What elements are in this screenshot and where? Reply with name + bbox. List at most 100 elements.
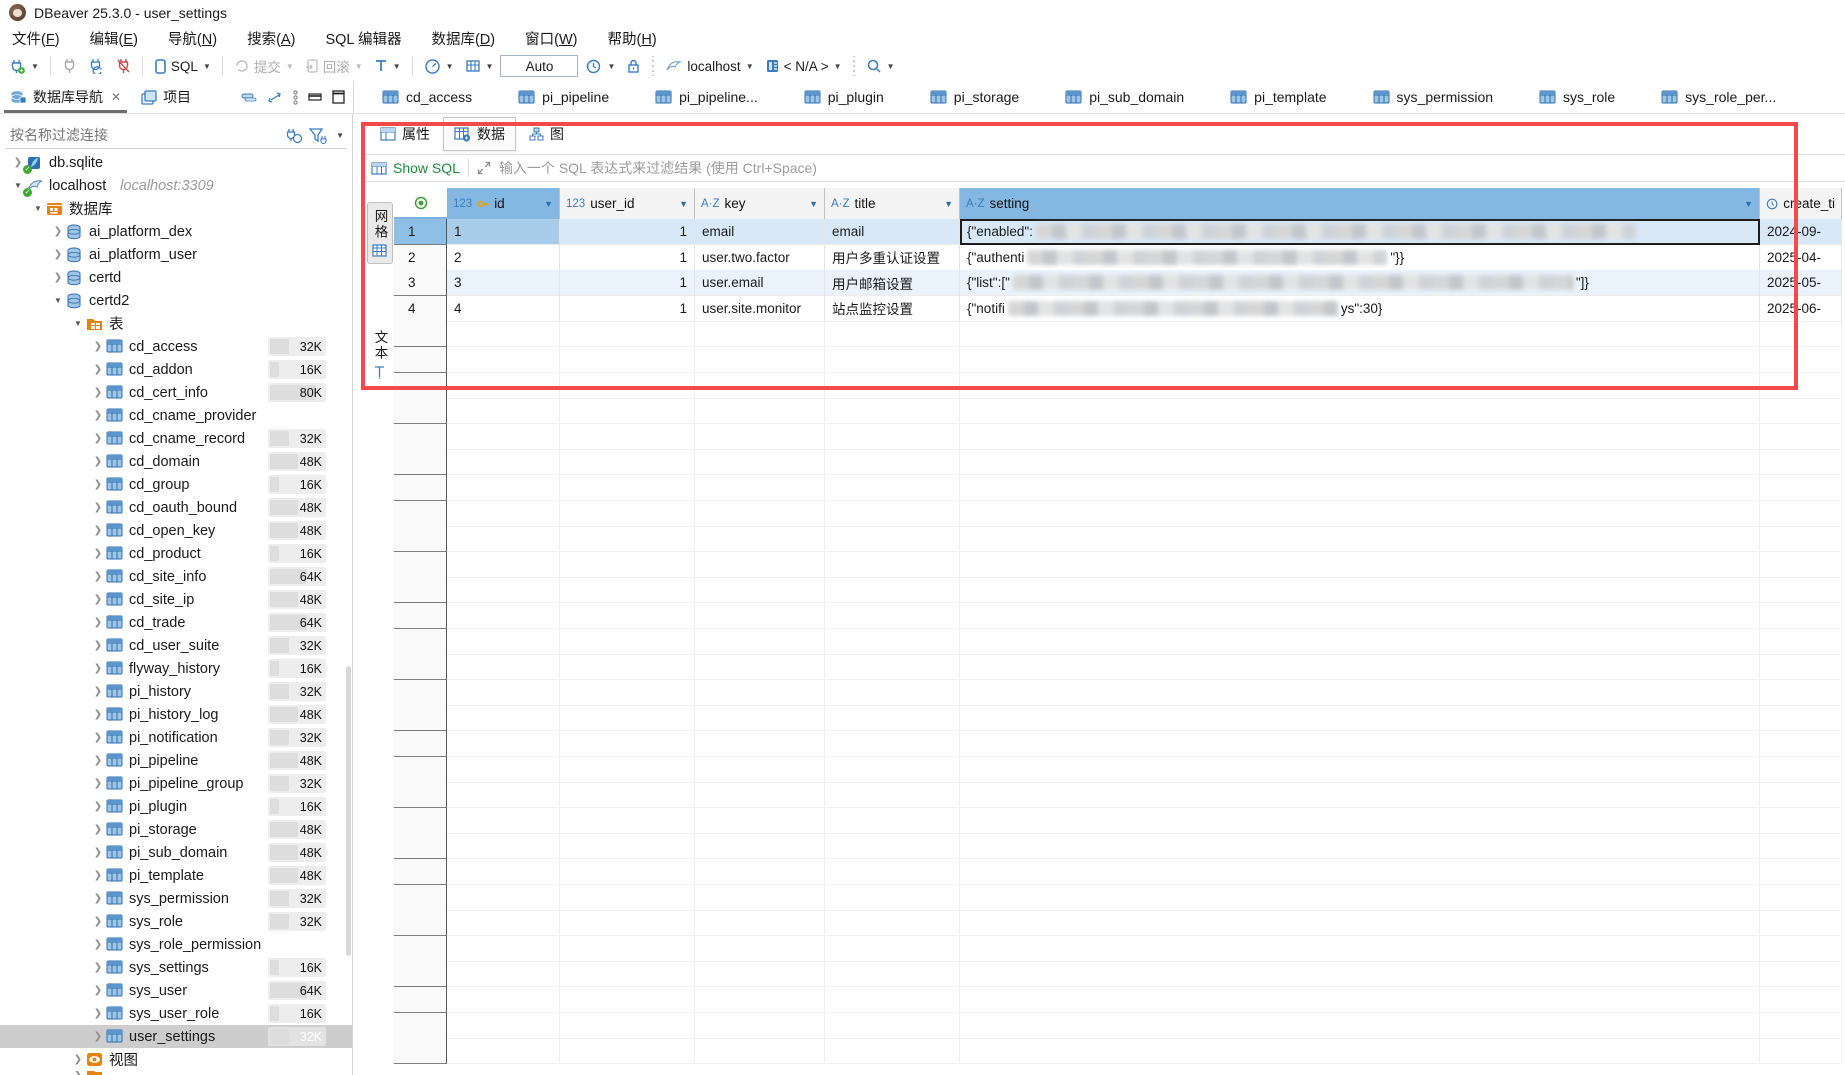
empty-cell[interactable] xyxy=(447,885,560,911)
chevron-down-icon[interactable]: ▼ xyxy=(12,181,24,190)
chevron-right-icon[interactable]: ❯ xyxy=(52,272,64,283)
tab-diagram[interactable]: 图 xyxy=(518,117,575,151)
empty-cell[interactable] xyxy=(560,424,695,450)
column-dropdown-icon[interactable]: ▼ xyxy=(809,199,818,209)
minimize-icon[interactable] xyxy=(308,93,322,102)
empty-cell[interactable] xyxy=(960,859,1760,885)
empty-cell[interactable] xyxy=(960,373,1760,399)
tree-item-pi_pipeline_group[interactable]: ❯pi_pipeline_group32K xyxy=(0,772,352,795)
empty-cell[interactable] xyxy=(960,603,1760,629)
empty-cell[interactable] xyxy=(1760,552,1842,578)
empty-cell[interactable] xyxy=(560,705,695,731)
empty-cell[interactable] xyxy=(825,629,960,655)
empty-cell[interactable] xyxy=(447,577,560,603)
cell-title[interactable]: 站点监控设置 xyxy=(825,296,960,322)
chevron-right-icon[interactable]: ❯ xyxy=(92,985,104,996)
column-header-create_ti[interactable]: create_ti xyxy=(1760,188,1842,219)
empty-cell[interactable] xyxy=(1760,885,1842,911)
transaction-mode-button[interactable]: ▼ xyxy=(370,56,405,76)
row-number[interactable]: 1 xyxy=(394,219,447,245)
tree-item-pi_pipeline[interactable]: ❯pi_pipeline48K xyxy=(0,749,352,772)
tree-item-cd_product[interactable]: ❯cd_product16K xyxy=(0,542,352,565)
menu-item[interactable]: 窗口(W) xyxy=(525,28,577,49)
empty-cell[interactable] xyxy=(560,321,695,347)
empty-cell[interactable] xyxy=(447,347,560,373)
empty-cell[interactable] xyxy=(1760,449,1842,475)
empty-cell[interactable] xyxy=(1760,321,1842,347)
empty-cell[interactable] xyxy=(960,654,1760,680)
empty-cell[interactable] xyxy=(560,680,695,706)
editor-tab-sys_permission[interactable]: sys_permission xyxy=(1373,89,1493,105)
cell-user_id[interactable]: 1 xyxy=(560,245,695,271)
menu-item[interactable]: 帮助(H) xyxy=(608,28,657,49)
grid-corner-cell[interactable] xyxy=(394,188,447,219)
chevron-right-icon[interactable]: ❯ xyxy=(92,962,104,973)
cell-user_id[interactable]: 1 xyxy=(560,270,695,296)
tree-item-cd_addon[interactable]: ❯cd_addon16K xyxy=(0,358,352,381)
tree-item-cd_site_ip[interactable]: ❯cd_site_ip48K xyxy=(0,588,352,611)
menu-item[interactable]: 文件(F) xyxy=(12,28,60,49)
empty-cell[interactable] xyxy=(825,526,960,552)
tab-project[interactable]: 项目 xyxy=(131,81,201,113)
empty-cell[interactable] xyxy=(960,475,1760,501)
empty-cell[interactable] xyxy=(447,475,560,501)
empty-cell[interactable] xyxy=(960,936,1760,962)
empty-cell[interactable] xyxy=(825,321,960,347)
empty-cell[interactable] xyxy=(825,424,960,450)
editor-tab-sys_role_per[interactable]: sys_role_per... xyxy=(1661,89,1776,105)
empty-cell[interactable] xyxy=(695,449,825,475)
empty-cell[interactable] xyxy=(695,424,825,450)
tree-item-ai_platform_user[interactable]: ❯ai_platform_user xyxy=(0,243,352,266)
rollback-button[interactable]: 回滚 ▼ xyxy=(301,54,367,78)
chevron-right-icon[interactable]: ❯ xyxy=(72,1071,84,1075)
empty-cell[interactable] xyxy=(1760,373,1842,399)
empty-cell[interactable] xyxy=(825,885,960,911)
tree-item-视图[interactable]: ❯视图 xyxy=(0,1048,352,1071)
empty-cell[interactable] xyxy=(825,373,960,399)
empty-cell[interactable] xyxy=(960,680,1760,706)
empty-cell[interactable] xyxy=(447,398,560,424)
empty-cell[interactable] xyxy=(447,373,560,399)
maximize-icon[interactable] xyxy=(332,90,345,104)
empty-cell[interactable] xyxy=(447,526,560,552)
cell-key[interactable]: user.site.monitor xyxy=(695,296,825,322)
empty-cell[interactable] xyxy=(695,731,825,757)
empty-cell[interactable] xyxy=(960,987,1760,1013)
empty-cell[interactable] xyxy=(1760,936,1842,962)
empty-cell[interactable] xyxy=(695,680,825,706)
filter-connections-icon[interactable] xyxy=(309,127,329,144)
cell-setting[interactable]: {"authenti"}} xyxy=(960,245,1760,271)
column-dropdown-icon[interactable]: ▼ xyxy=(1744,199,1753,209)
empty-cell[interactable] xyxy=(1760,782,1842,808)
empty-cell[interactable] xyxy=(447,859,560,885)
tree-item-cd_domain[interactable]: ❯cd_domain48K xyxy=(0,450,352,473)
chevron-right-icon[interactable]: ❯ xyxy=(92,479,104,490)
chevron-right-icon[interactable]: ❯ xyxy=(92,525,104,536)
empty-cell[interactable] xyxy=(1760,603,1842,629)
empty-cell[interactable] xyxy=(447,501,560,527)
tree-item-cd_cname_provider[interactable]: ❯cd_cname_provider xyxy=(0,404,352,427)
chevron-right-icon[interactable]: ❯ xyxy=(92,387,104,398)
new-connection-button[interactable]: ▼ xyxy=(5,56,43,77)
tree-item-cd_cname_record[interactable]: ❯cd_cname_record32K xyxy=(0,427,352,450)
cell-create_ti[interactable]: 2024-09- xyxy=(1760,219,1842,245)
empty-cell[interactable] xyxy=(825,603,960,629)
chevron-right-icon[interactable]: ❯ xyxy=(92,456,104,467)
empty-cell[interactable] xyxy=(825,577,960,603)
sidebar-scrollbar[interactable] xyxy=(346,666,351,956)
sql-editor-button[interactable]: SQL ▼ xyxy=(150,56,215,77)
empty-cell[interactable] xyxy=(1760,1013,1842,1039)
empty-cell[interactable] xyxy=(825,501,960,527)
collapse-all-icon[interactable] xyxy=(241,92,257,103)
tree-item-cd_group[interactable]: ❯cd_group16K xyxy=(0,473,352,496)
empty-cell[interactable] xyxy=(1760,910,1842,936)
empty-cell[interactable] xyxy=(695,577,825,603)
chevron-right-icon[interactable]: ❯ xyxy=(92,640,104,651)
chevron-right-icon[interactable]: ❯ xyxy=(92,893,104,904)
chevron-right-icon[interactable]: ❯ xyxy=(92,870,104,881)
empty-cell[interactable] xyxy=(447,1013,560,1039)
empty-cell[interactable] xyxy=(447,757,560,783)
text-view-button[interactable]: 文本 xyxy=(368,324,392,386)
empty-cell[interactable] xyxy=(560,757,695,783)
tree-item-pi_template[interactable]: ❯pi_template48K xyxy=(0,864,352,887)
